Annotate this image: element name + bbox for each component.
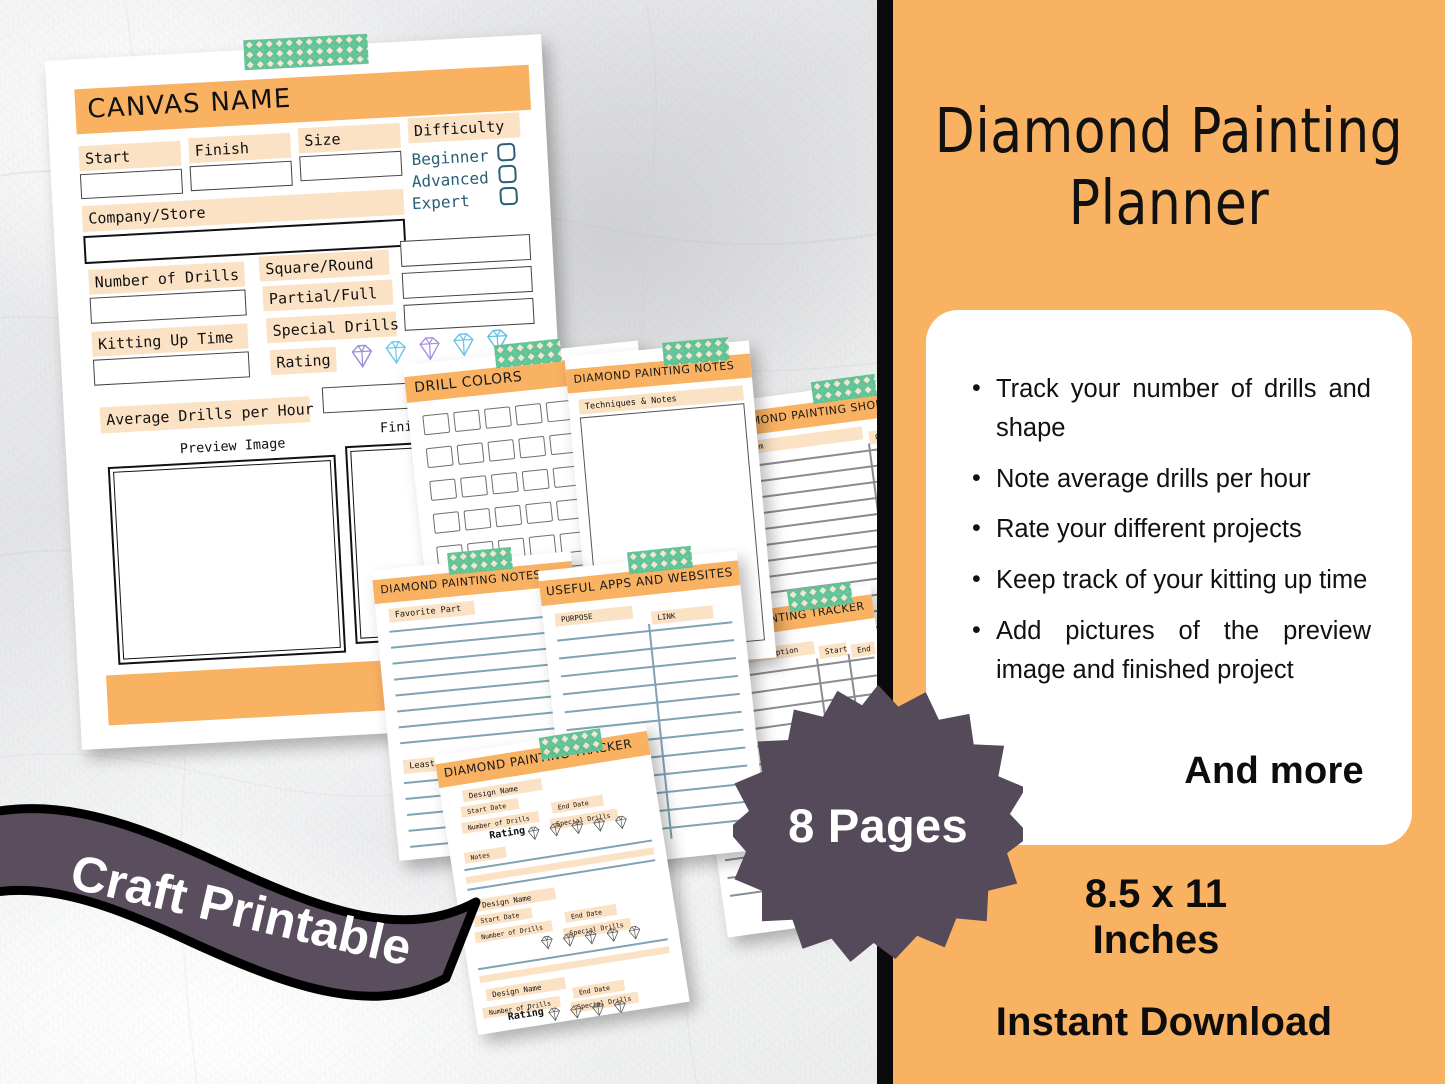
label-finish: Finish bbox=[188, 132, 292, 164]
field-square-round[interactable] bbox=[399, 233, 532, 267]
favorite-part-label: Favorite Part bbox=[388, 600, 476, 623]
pages-badge: 8 Pages bbox=[733, 682, 1023, 972]
diamond-icon bbox=[351, 344, 373, 369]
product-size-value: 8.5 x 11 bbox=[1084, 872, 1228, 916]
field-partial-full[interactable] bbox=[401, 265, 533, 299]
list-item: Track your number of drills and shape bbox=[966, 369, 1371, 448]
diamond-icon bbox=[453, 333, 474, 357]
product-size-unit: Inches bbox=[1092, 917, 1220, 962]
label-square-round: Square/Round bbox=[258, 249, 390, 282]
label-partial-full: Partial/Full bbox=[262, 279, 394, 312]
pages-badge-label: 8 Pages bbox=[788, 798, 968, 852]
features-list: Track your number of drills and shape No… bbox=[966, 369, 1371, 690]
field-start[interactable] bbox=[79, 168, 184, 200]
field-finish[interactable] bbox=[189, 160, 293, 192]
field-special-drills[interactable] bbox=[403, 297, 535, 331]
field-number-of-drills[interactable] bbox=[89, 289, 247, 324]
label-preview-image: Preview Image bbox=[179, 435, 286, 458]
difficulty-expert-label: Expert bbox=[411, 191, 471, 214]
label-special-drills: Special Drills bbox=[265, 311, 399, 344]
difficulty-expert-checkbox[interactable] bbox=[499, 186, 519, 206]
list-item: Rate your different projects bbox=[966, 509, 1371, 549]
field-size[interactable] bbox=[299, 150, 403, 182]
apps-col-purpose: PURPOSE bbox=[554, 605, 634, 627]
label-rating: Rating bbox=[269, 346, 337, 376]
tracker-col-start: Start bbox=[818, 642, 848, 660]
list-item: Note average drills per hour bbox=[966, 459, 1371, 499]
difficulty-advanced-label: Advanced bbox=[411, 168, 490, 192]
list-item: Keep track of your kitting up time bbox=[966, 560, 1371, 600]
page-title: Diamond Painting Planner bbox=[893, 99, 1445, 240]
difficulty-advanced-checkbox[interactable] bbox=[498, 164, 517, 184]
page-title-line2: Planner bbox=[1068, 168, 1270, 240]
craft-printable-ribbon: Craft Printable bbox=[0, 790, 536, 1030]
difficulty-beginner-checkbox[interactable] bbox=[496, 142, 516, 162]
diamond-icon bbox=[419, 337, 440, 361]
page-title-line1: Diamond Painting bbox=[934, 96, 1404, 168]
instant-download-text: Instant Download bbox=[995, 1000, 1333, 1044]
diamond-icon bbox=[385, 340, 407, 365]
field-kitting-up-time[interactable] bbox=[92, 351, 251, 386]
list-item: Add pictures of the preview image and fi… bbox=[966, 611, 1371, 690]
tracker-col-end: End bbox=[850, 641, 876, 658]
label-size: Size bbox=[297, 122, 401, 154]
preview-image-box[interactable] bbox=[107, 454, 347, 665]
label-start: Start bbox=[78, 140, 182, 172]
label-average-drills-per-hour: Average Drills per Hour bbox=[99, 396, 314, 434]
label-difficulty: Difficulty bbox=[407, 112, 521, 144]
difficulty-beginner-label: Beginner bbox=[411, 146, 490, 170]
apps-col-link: LINK bbox=[650, 605, 714, 625]
